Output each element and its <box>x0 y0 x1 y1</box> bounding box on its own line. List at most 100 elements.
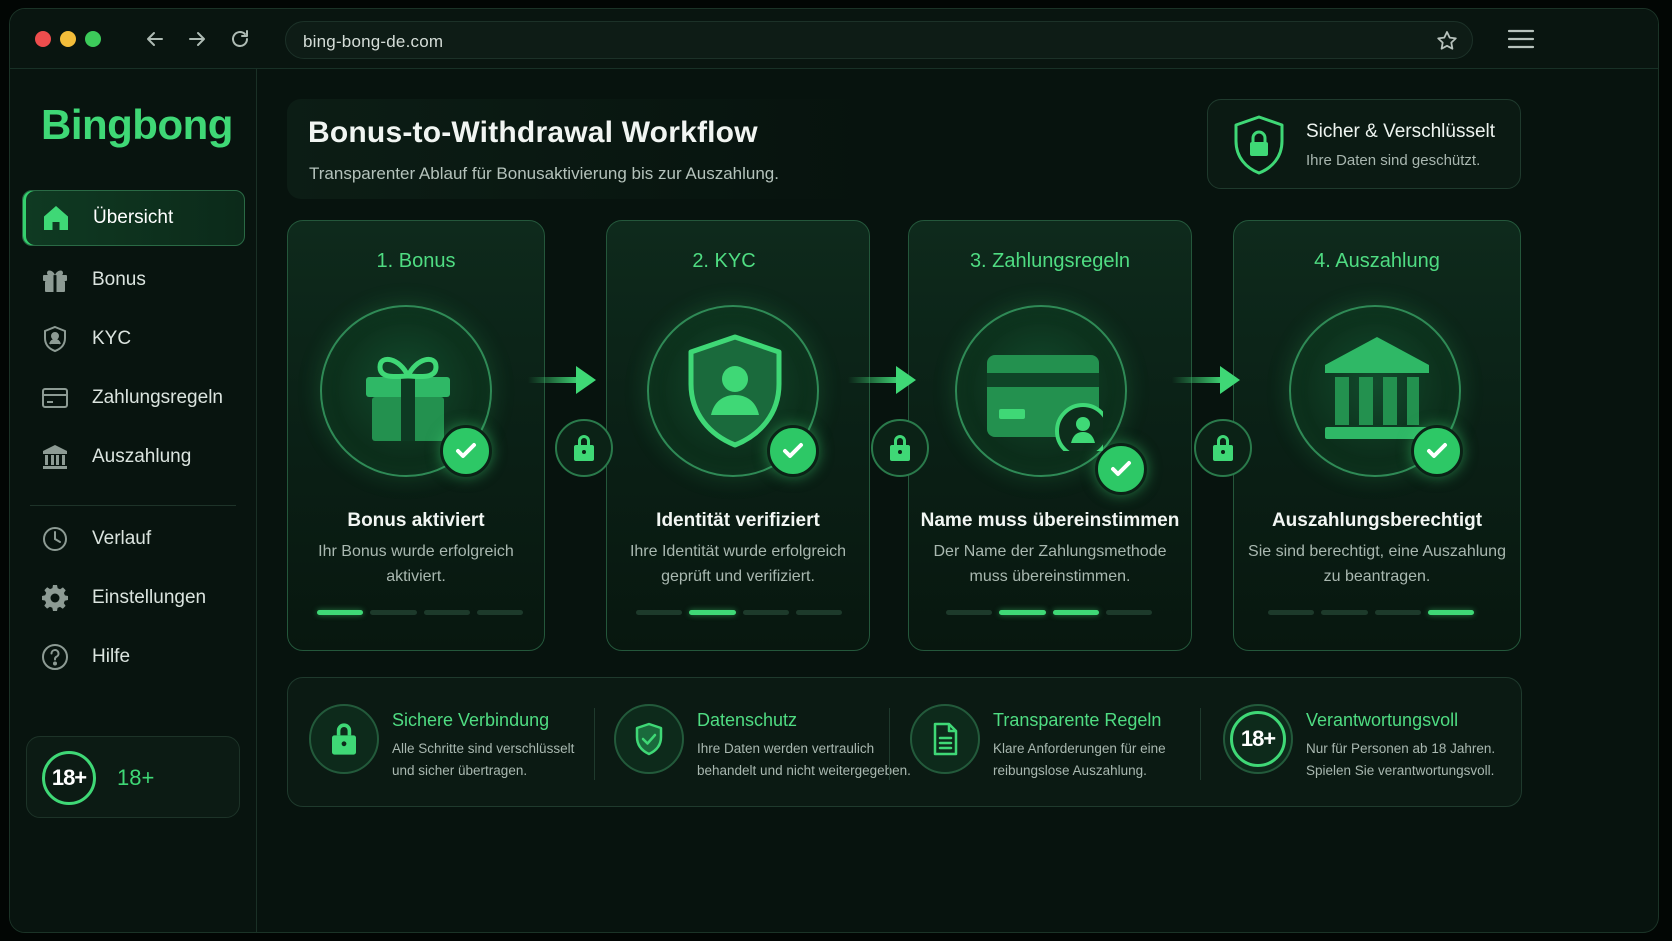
sidebar-item-label: Übersicht <box>93 207 174 228</box>
address-bar[interactable]: bing-bong-de.com <box>285 21 1473 59</box>
sidebar-item-auszahlung[interactable]: Auszahlung <box>22 429 245 485</box>
step-title: 4. Auszahlung <box>1314 250 1440 272</box>
step-status: Bonus aktiviert <box>347 510 485 531</box>
step-card-auszahlung[interactable]: 4. Auszahlung Auszahlungsberechtigt Sie … <box>1233 220 1521 651</box>
feature-description: Klare Anforderungen für eine reibungslos… <box>993 738 1166 782</box>
step-card-bonus[interactable]: 1. Bonus Bonus aktiviert Ihr Bonus wurde… <box>287 220 545 651</box>
step-progress <box>317 610 523 615</box>
close-window-button[interactable] <box>35 31 51 47</box>
clock-icon <box>40 524 70 554</box>
sidebar-item-bonus[interactable]: Bonus <box>22 252 245 308</box>
step-status: Identität verifiziert <box>656 510 820 531</box>
lock-icon <box>1194 419 1252 477</box>
progress-segment <box>689 610 736 615</box>
help-circle-icon <box>40 642 70 672</box>
step-title: 1. Bonus <box>376 250 456 272</box>
step-progress <box>1268 610 1474 615</box>
progress-segment <box>423 610 470 615</box>
check-icon <box>440 425 492 477</box>
document-icon <box>910 704 980 774</box>
feature-divider <box>594 708 595 780</box>
step-description-line: geprüft und verifiziert. <box>661 568 815 585</box>
step-description-line: aktiviert. <box>386 568 446 585</box>
sidebar-item-zahlungsregeln[interactable]: Zahlungsregeln <box>22 370 245 426</box>
age-restriction-box: 18+ 18+ <box>26 736 240 818</box>
sidebar-divider <box>30 505 236 506</box>
gift-icon <box>40 265 70 295</box>
sidebar-item-verlauf[interactable]: Verlauf <box>22 511 245 567</box>
shield-check-icon <box>614 704 684 774</box>
gear-icon <box>40 583 70 613</box>
feature-description-line: und sicher übertragen. <box>392 763 528 778</box>
security-card: Sicher & Verschlüsselt Ihre Daten sind g… <box>1207 99 1521 189</box>
step-icon-ring <box>1289 305 1463 477</box>
progress-segment <box>1427 610 1474 615</box>
lock-icon <box>871 419 929 477</box>
sidebar-item-einstellungen[interactable]: Einstellungen <box>22 570 245 626</box>
step-description-line: Ihre Identität wurde erfolgreich <box>629 543 847 560</box>
step-description-line: Ihr Bonus wurde erfolgreich <box>318 543 514 560</box>
sidebar-item-hilfe[interactable]: Hilfe <box>22 629 245 685</box>
step-description-line: zu beantragen. <box>1323 568 1431 585</box>
step-title: 2. KYC <box>692 250 756 272</box>
star-icon[interactable] <box>1435 29 1459 53</box>
progress-segment <box>1321 610 1368 615</box>
sidebar-item-label: Auszahlung <box>92 446 192 467</box>
minimize-window-button[interactable] <box>60 31 76 47</box>
shield-lock-icon <box>1230 114 1288 176</box>
step-description-line: Sie sind berechtigt, eine Auszahlung <box>1248 543 1506 560</box>
check-icon <box>1095 443 1147 495</box>
step-description: Der Name der Zahlungsmethode muss überei… <box>923 539 1177 589</box>
page-subtitle: Transparenter Ablauf für Bonusaktivierun… <box>309 164 779 183</box>
sidebar-item-label: Verlauf <box>92 528 152 549</box>
progress-segment <box>946 610 993 615</box>
home-icon <box>41 203 71 233</box>
progress-segment <box>1374 610 1421 615</box>
step-progress <box>636 610 842 615</box>
security-title: Sicher & Verschlüsselt <box>1306 121 1496 142</box>
security-subtitle: Ihre Daten sind geschützt. <box>1306 152 1481 169</box>
step-card-zahlungsregeln[interactable]: 3. Zahlungsregeln Name muss übereinstimm… <box>908 220 1192 651</box>
main-content: Bonus-to-Withdrawal Workflow Transparent… <box>258 69 1658 932</box>
sidebar-item-kyc[interactable]: KYC <box>22 311 245 367</box>
feature-description: Ihre Daten werden vertraulich behandelt … <box>697 738 911 782</box>
step-description-line: Der Name der Zahlungsmethode <box>933 543 1167 560</box>
step-status: Auszahlungsberechtigt <box>1271 510 1483 531</box>
sidebar: Bingbong Übersicht Bonus KYC Zahlungsreg… <box>10 69 257 932</box>
age-badge-text: 18+ <box>1230 711 1286 767</box>
progress-segment <box>476 610 523 615</box>
maximize-window-button[interactable] <box>85 31 101 47</box>
step-description: Ihre Identität wurde erfolgreich geprüft… <box>621 539 855 589</box>
sidebar-item-uebersicht[interactable]: Übersicht <box>22 190 245 246</box>
feature-description-line: Spielen Sie verantwortungsvoll. <box>1306 763 1495 778</box>
step-description: Sie sind berechtigt, eine Auszahlung zu … <box>1248 539 1506 589</box>
progress-segment <box>742 610 789 615</box>
step-card-kyc[interactable]: 2. KYC Identität verifiziert Ihre Identi… <box>606 220 870 651</box>
arrow-left-icon[interactable] <box>141 25 169 53</box>
bank-icon <box>40 442 70 472</box>
progress-segment <box>999 610 1046 615</box>
progress-segment <box>317 610 364 615</box>
feature-title: Verantwortungsvoll <box>1306 710 1459 730</box>
age-label: 18+ <box>117 765 155 790</box>
url-text: bing-bong-de.com <box>303 32 444 51</box>
arrow-right-icon <box>848 366 916 394</box>
feature-description-line: Klare Anforderungen für eine <box>993 741 1166 756</box>
progress-segment <box>1268 610 1315 615</box>
page-title: Bonus-to-Withdrawal Workflow <box>308 116 758 149</box>
progress-segment <box>1105 610 1152 615</box>
arrow-right-icon <box>528 366 596 394</box>
check-icon <box>767 425 819 477</box>
feature-title: Transparente Regeln <box>993 710 1162 730</box>
feature-divider <box>889 708 890 780</box>
credit-card-icon <box>40 383 70 413</box>
sidebar-item-label: KYC <box>92 328 132 349</box>
lock-icon <box>555 419 613 477</box>
brand-logo[interactable]: Bingbong <box>41 101 233 149</box>
reload-icon[interactable] <box>226 25 254 53</box>
hamburger-menu-icon[interactable] <box>1506 26 1536 52</box>
sidebar-item-label: Hilfe <box>92 646 131 667</box>
feature-divider <box>1200 708 1201 780</box>
step-description-line: muss übereinstimmen. <box>969 568 1131 585</box>
arrow-right-icon[interactable] <box>183 25 211 53</box>
